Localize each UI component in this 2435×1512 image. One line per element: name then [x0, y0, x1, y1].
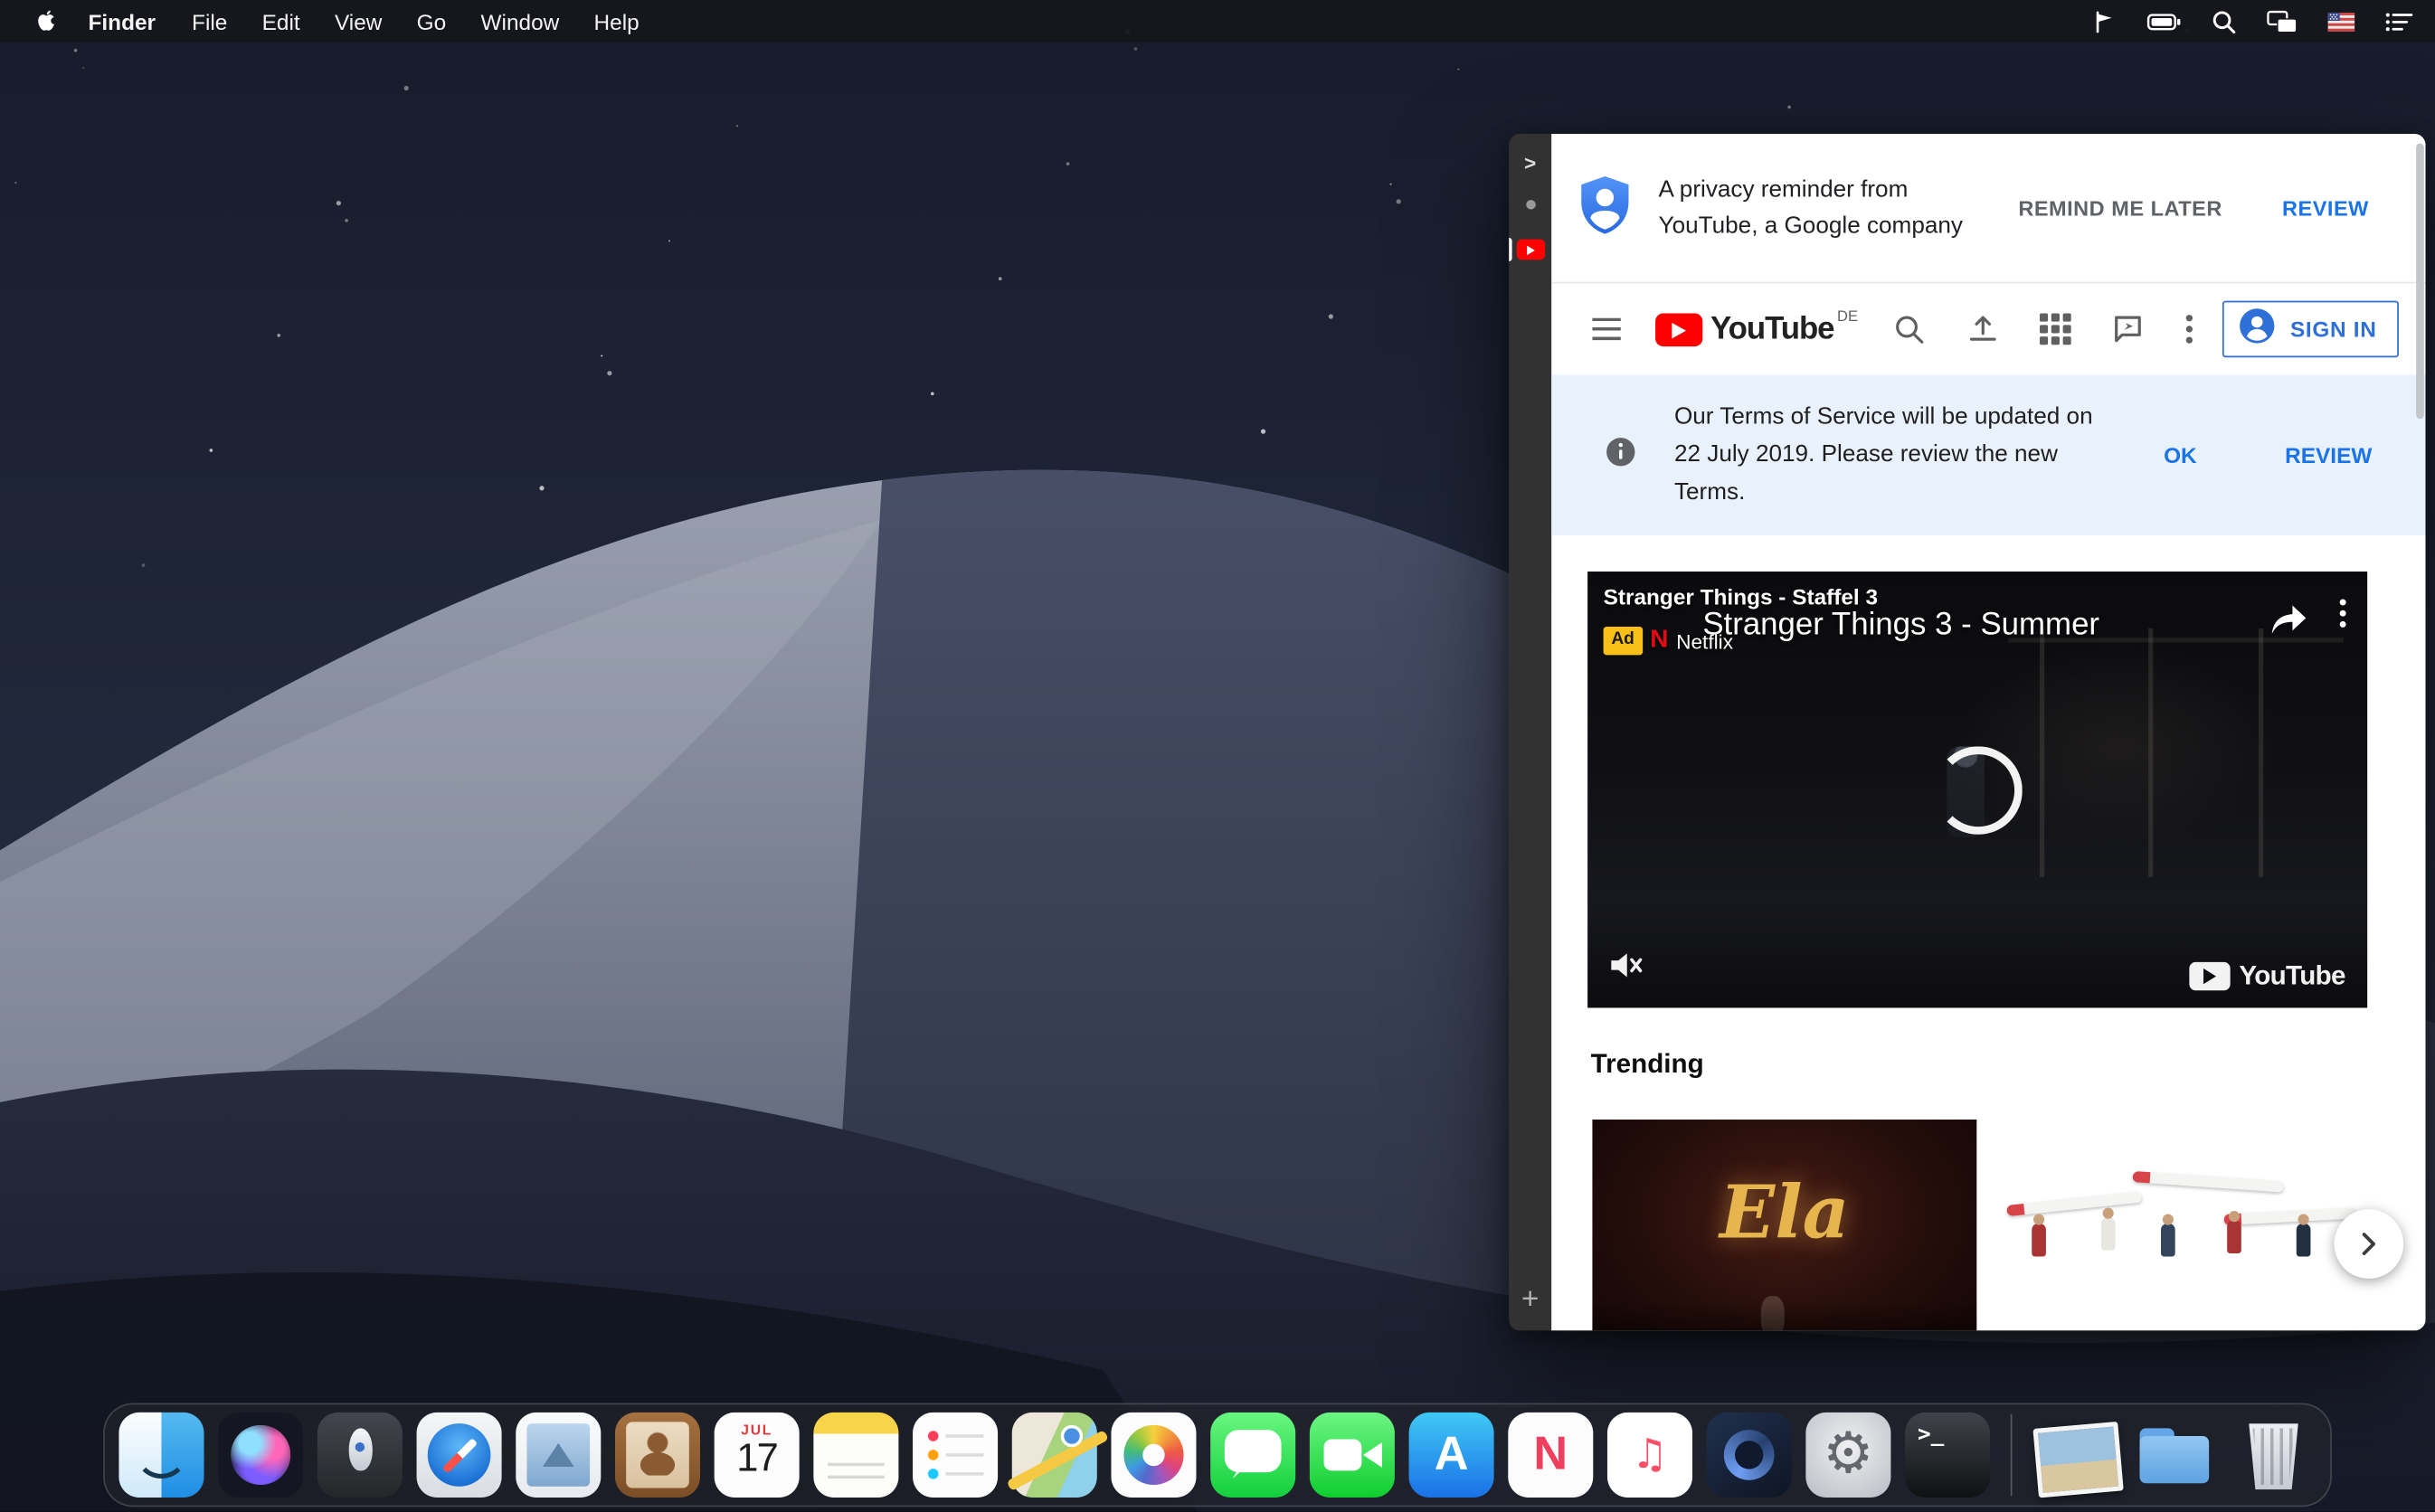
dock-item-notes[interactable]: [813, 1413, 898, 1498]
dock: JUL17: [103, 1403, 2332, 1507]
video-player[interactable]: Stranger Things - Staffel 3 Stranger Thi…: [1587, 572, 2367, 1007]
carousel-next-button[interactable]: [2335, 1209, 2404, 1279]
share-icon[interactable]: [2269, 603, 2307, 646]
youtube-icon: [1516, 240, 1544, 260]
terms-notice: Our Terms of Service will be updated on …: [1551, 374, 2425, 535]
dock-item-photos[interactable]: [1111, 1413, 1196, 1498]
desktop: Finder File Edit View Go Window Help: [0, 0, 2435, 1512]
battery-icon[interactable]: [2146, 12, 2181, 31]
menu-item-go[interactable]: Go: [400, 9, 464, 34]
header-icons: [1891, 312, 2193, 346]
privacy-shield-icon: [1578, 174, 1632, 241]
sidebar-tab-dot[interactable]: [1525, 200, 1534, 209]
dock-item-app-dark-blue[interactable]: [1707, 1413, 1792, 1498]
flag-icon[interactable]: [2093, 9, 2117, 34]
terms-ok-button[interactable]: OK: [2164, 442, 2197, 468]
calendar-day-label: 17: [736, 1438, 777, 1481]
input-source-us-flag-icon[interactable]: [2328, 12, 2355, 31]
menu-finder[interactable]: Finder: [70, 9, 175, 34]
dock-item-terminal[interactable]: [1905, 1413, 1990, 1498]
dock-item-launchpad[interactable]: [317, 1413, 403, 1498]
privacy-review-button[interactable]: REVIEW: [2282, 196, 2369, 220]
ad-video-title: Stranger Things - Staffel 3: [1604, 584, 1878, 610]
dock-item-maps[interactable]: [1012, 1413, 1097, 1498]
trending-thumbnail-music-video[interactable]: Ela: [1592, 1120, 1976, 1330]
trending-heading: Trending: [1591, 1049, 2426, 1081]
panel-sidebar: > +: [1509, 134, 1551, 1330]
youtube-watermark: YouTube: [2189, 960, 2345, 992]
menu-list-icon[interactable]: [2384, 10, 2412, 32]
menu-bar-status-icons: [2093, 9, 2435, 34]
menu-item-file[interactable]: File: [175, 9, 245, 34]
youtube-logo[interactable]: YouTube DE: [1655, 310, 1858, 348]
thumbnail-title-text: Ela: [1592, 1177, 1976, 1249]
dock-item-music[interactable]: [1607, 1413, 1692, 1498]
search-icon[interactable]: [1891, 312, 1926, 346]
player-kebab-icon[interactable]: [2339, 599, 2347, 637]
messages-icon[interactable]: [2110, 312, 2145, 346]
apple-menu-icon[interactable]: [22, 8, 69, 35]
mute-icon[interactable]: [1606, 947, 1644, 992]
dock-item-downloads[interactable]: [2132, 1413, 2217, 1498]
displays-icon[interactable]: [2267, 9, 2298, 34]
menu-bar-left: Finder File Edit View Go Window Help: [0, 8, 657, 35]
dock-item-messages[interactable]: [1210, 1413, 1295, 1498]
kebab-icon[interactable]: [2184, 314, 2193, 345]
dock-separator: [2011, 1414, 2013, 1497]
dock-item-facetime[interactable]: [1310, 1413, 1395, 1498]
dock-item-finder[interactable]: [118, 1413, 204, 1498]
sidebar-tab-youtube[interactable]: [1509, 234, 1551, 264]
terms-notice-message: Our Terms of Service will be updated on …: [1674, 399, 2103, 512]
menu-icon[interactable]: [1592, 318, 1620, 340]
spotlight-search-icon[interactable]: [2212, 9, 2237, 34]
youtube-region-label: DE: [1837, 308, 1858, 326]
dock-item-siri[interactable]: [218, 1413, 303, 1498]
menu-item-view[interactable]: View: [317, 9, 400, 34]
dock-item-system-preferences[interactable]: [1805, 1413, 1890, 1498]
ad-badge: Ad: [1604, 628, 1643, 655]
loading-spinner: [1933, 745, 2022, 834]
menu-item-window[interactable]: Window: [463, 9, 576, 34]
browser-panel-window: > + A privacy reminder from YouTube, a G…: [1509, 134, 2425, 1330]
sign-in-label: SIGN IN: [2290, 317, 2377, 342]
netflix-n-icon: N: [1650, 627, 1668, 655]
dock-item-appstore[interactable]: [1409, 1413, 1494, 1498]
ad-info-row: Ad N Netflix: [1604, 627, 1733, 655]
upload-icon[interactable]: [1966, 312, 2000, 346]
sidebar-add-button[interactable]: +: [1521, 1285, 1539, 1315]
dock-item-news[interactable]: [1508, 1413, 1593, 1498]
remind-me-later-button[interactable]: REMIND ME LATER: [2018, 196, 2222, 220]
trending-thumbnail-rc-planes[interactable]: [1985, 1120, 2369, 1330]
privacy-banner: A privacy reminder from YouTube, a Googl…: [1551, 134, 2425, 283]
trending-thumbnails: Ela: [1592, 1120, 2425, 1330]
dock-item-trash[interactable]: [2231, 1413, 2317, 1498]
dock-item-mail[interactable]: [516, 1413, 601, 1498]
dock-item-calendar[interactable]: JUL17: [715, 1413, 800, 1498]
sidebar-collapse-button[interactable]: >: [1524, 151, 1536, 175]
panel-content: A privacy reminder from YouTube, a Googl…: [1551, 134, 2425, 1330]
sign-in-button[interactable]: SIGN IN: [2222, 301, 2399, 358]
scrollbar-thumb[interactable]: [2416, 143, 2424, 419]
youtube-header: YouTube DE: [1551, 283, 2425, 374]
dock-item-contacts[interactable]: [615, 1413, 700, 1498]
dock-item-safari[interactable]: [417, 1413, 502, 1498]
dock-item-pictures[interactable]: [2032, 1413, 2118, 1498]
terms-review-button[interactable]: REVIEW: [2285, 442, 2372, 468]
dock-item-reminders[interactable]: [913, 1413, 998, 1498]
apps-grid-icon[interactable]: [2040, 314, 2071, 345]
youtube-wordmark: YouTube: [1710, 310, 1833, 348]
youtube-watermark-label: YouTube: [2239, 960, 2345, 992]
info-icon: [1605, 435, 1636, 475]
advertiser-name: Netflix: [1676, 629, 1733, 653]
menu-item-help[interactable]: Help: [576, 9, 656, 34]
video-overlay-title: Stranger Things 3 - Summer: [1702, 608, 2099, 644]
account-icon: [2238, 307, 2276, 352]
youtube-play-icon: [1655, 314, 1702, 347]
youtube-watermark-play-icon: [2189, 962, 2230, 990]
menu-bar: Finder File Edit View Go Window Help: [0, 0, 2435, 43]
menu-item-edit[interactable]: Edit: [244, 9, 317, 34]
privacy-banner-message: A privacy reminder from YouTube, a Googl…: [1659, 171, 1984, 244]
